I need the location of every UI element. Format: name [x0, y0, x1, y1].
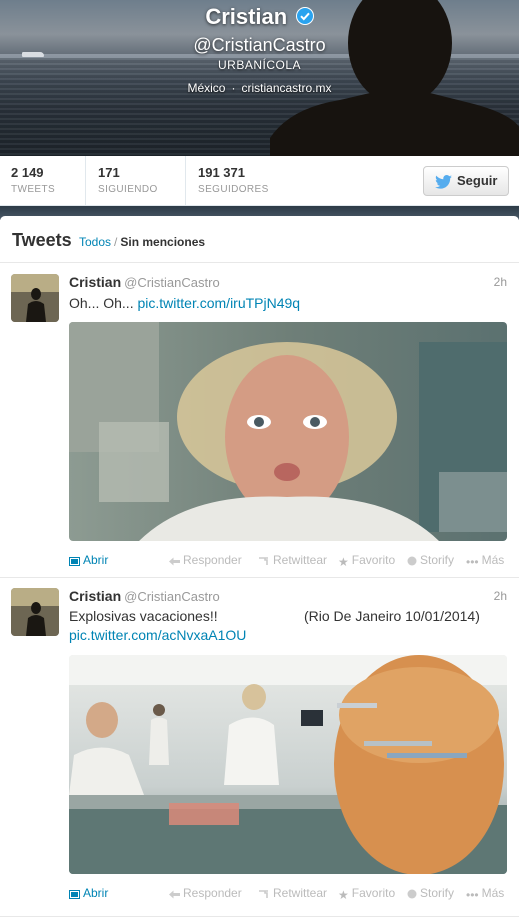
retweet-icon: [259, 557, 268, 565]
location-separator: ·: [231, 81, 236, 95]
stat-tweets-value: 2 149: [11, 165, 44, 180]
reply-label: Responder: [183, 886, 242, 900]
stat-followers[interactable]: 191 371 SEGUIDORES: [186, 156, 296, 206]
tweet-text-body: Explosivas vacaciones!!: [69, 608, 218, 624]
star-icon: ★: [338, 888, 349, 902]
tweet-actions: Abrir Responder Retwittear ★ Favorito Sto…: [69, 886, 509, 902]
profile-name: Cristian: [205, 4, 288, 29]
reply-button[interactable]: Responder: [169, 886, 242, 900]
retweet-icon: [259, 890, 268, 898]
verified-badge-icon: [295, 6, 314, 25]
storify-label: Storify: [420, 886, 455, 900]
tweet-author-name: Cristian: [69, 588, 122, 604]
tweet-text: Oh... Oh... pic.twitter.com/iruTPjN49q: [69, 294, 300, 313]
stat-following[interactable]: 171 SIGUIENDO: [86, 156, 186, 206]
storify-button[interactable]: Storify: [407, 886, 454, 900]
open-tweet-button[interactable]: Abrir: [69, 553, 108, 567]
stat-following-label: SIGUIENDO: [98, 184, 158, 195]
avatar[interactable]: [11, 588, 59, 636]
tweet-author-handle: @CristianCastro: [124, 589, 220, 604]
tweet-timestamp[interactable]: 2h: [494, 275, 507, 289]
retweet-label: Retwittear: [273, 553, 328, 567]
tweet-pic-link[interactable]: pic.twitter.com/acNvxaA1OU: [69, 627, 246, 643]
filter-all-link[interactable]: Todos: [79, 235, 111, 249]
favorite-button[interactable]: ★ Favorito: [338, 886, 395, 902]
storify-icon: [407, 889, 417, 899]
more-button[interactable]: ••• Más: [466, 553, 504, 569]
open-tweet-label: Abrir: [83, 553, 109, 567]
tweet-item[interactable]: Cristian @CristianCastro 2h Oh... Oh... p…: [0, 264, 519, 578]
retweet-label: Retwittear: [273, 886, 328, 900]
avatar[interactable]: [11, 274, 59, 322]
reply-icon: [169, 557, 180, 566]
tweets-header: Tweets Todos / Sin menciones: [0, 216, 519, 263]
more-dots-icon: •••: [466, 555, 479, 569]
storify-label: Storify: [420, 553, 455, 567]
reply-icon: [169, 890, 180, 899]
tweet-author[interactable]: Cristian @CristianCastro: [69, 274, 220, 290]
tweet-actions: Abrir Responder Retwittear ★ Favorito Sto…: [69, 553, 509, 569]
tweet-author[interactable]: Cristian @CristianCastro: [69, 588, 220, 604]
tweet-photo[interactable]: [69, 322, 507, 541]
tweet-text: Explosivas vacaciones!! (Rio De Janeiro …: [69, 607, 489, 645]
tweet-pic-link[interactable]: pic.twitter.com/iruTPjN49q: [137, 295, 300, 311]
more-label: Más: [481, 553, 505, 567]
profile-location-row: México · cristiancastro.mx: [0, 81, 519, 95]
star-icon: ★: [338, 555, 349, 569]
tweets-filter: Todos / Sin menciones: [79, 235, 205, 249]
profile-location: México: [187, 81, 226, 95]
photo-icon: [69, 557, 80, 566]
favorite-button[interactable]: ★ Favorito: [338, 553, 395, 569]
stat-tweets-label: TWEETS: [11, 184, 56, 195]
tweet-author-handle: @CristianCastro: [124, 275, 220, 290]
twitter-bird-icon: [435, 175, 452, 189]
tweet-location-note: (Rio De Janeiro 10/01/2014): [304, 608, 480, 624]
tweet-item[interactable]: Cristian @CristianCastro 2h Explosivas va…: [0, 578, 519, 917]
stat-followers-label: SEGUIDORES: [198, 184, 269, 195]
photo-icon: [69, 890, 80, 899]
stat-following-value: 171: [98, 165, 120, 180]
more-label: Más: [481, 886, 505, 900]
follow-button[interactable]: Seguir: [423, 166, 509, 196]
more-dots-icon: •••: [466, 888, 479, 902]
open-tweet-button[interactable]: Abrir: [69, 886, 108, 900]
open-tweet-label: Abrir: [83, 886, 109, 900]
favorite-label: Favorito: [351, 886, 396, 900]
tweet-author-name: Cristian: [69, 274, 122, 290]
more-button[interactable]: ••• Más: [466, 886, 504, 902]
retweet-button[interactable]: Retwittear: [257, 553, 327, 567]
tweet-timestamp[interactable]: 2h: [494, 589, 507, 603]
profile-handle: @CristianCastro: [193, 35, 326, 55]
profile-website-link[interactable]: cristiancastro.mx: [241, 81, 331, 95]
tweets-title: Tweets: [12, 230, 72, 250]
filter-separator: /: [114, 235, 118, 249]
stat-tweets[interactable]: 2 149 TWEETS: [0, 156, 86, 206]
reply-label: Responder: [183, 553, 242, 567]
reply-button[interactable]: Responder: [169, 553, 242, 567]
tweet-photo[interactable]: [69, 655, 507, 874]
storify-button[interactable]: Storify: [407, 553, 454, 567]
tweets-panel: Tweets Todos / Sin menciones Cristian @Cris…: [0, 216, 519, 917]
filter-no-mentions[interactable]: Sin menciones: [120, 235, 205, 249]
follow-button-label: Seguir: [457, 173, 498, 188]
profile-header: Cristian @CristianCastro URBANÍCOLA Méxi…: [0, 0, 519, 156]
storify-icon: [407, 556, 417, 566]
profile-bio: URBANÍCOLA: [217, 58, 302, 72]
favorite-label: Favorito: [351, 553, 396, 567]
stat-followers-value: 191 371: [198, 165, 245, 180]
tweet-text-body: Oh... Oh...: [69, 295, 134, 311]
profile-name-row: Cristian: [0, 4, 519, 30]
retweet-button[interactable]: Retwittear: [257, 886, 327, 900]
